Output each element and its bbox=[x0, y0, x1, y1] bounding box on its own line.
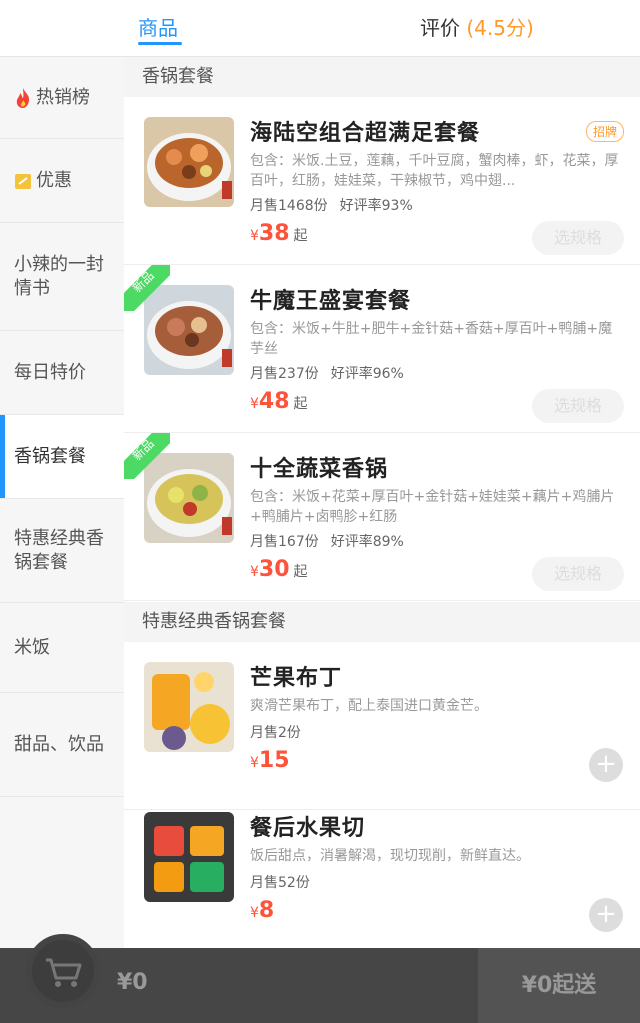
product-item[interactable]: 新品 牛魔王盛宴套餐 包含：米饭+牛肚+肥牛+金针菇+香菇+厚百叶+鸭脯+魔芋丝… bbox=[124, 265, 640, 433]
sidebar-item-discount[interactable]: 优惠 bbox=[0, 139, 124, 223]
product-description: 包含：米饭.土豆，莲藕，千叶豆腐，蟹肉棒，虾，花菜，厚百叶，红肠，娃娃菜，干辣椒… bbox=[250, 153, 619, 189]
price-suffix: 起 bbox=[293, 564, 308, 580]
price-suffix: 起 bbox=[293, 396, 308, 412]
price-value: 30 bbox=[258, 557, 290, 582]
cart-icon bbox=[46, 958, 82, 987]
sidebar-item-label: 优惠 bbox=[36, 169, 72, 191]
review-score: (4.5分) bbox=[466, 16, 534, 40]
tab-review-label: 评价 bbox=[420, 16, 460, 40]
add-to-cart-button[interactable]: + bbox=[589, 748, 623, 782]
product-price: ¥8 bbox=[250, 898, 274, 923]
category-sidebar: 热销榜 优惠 小辣的一封情书 每日特价 香锅套餐 特惠经典香锅套餐 米饭 甜品、… bbox=[0, 57, 124, 1023]
product-item[interactable]: 芒果布丁 爽滑芒果布丁，配上泰国进口黄金芒。 月售2份 ¥15 + bbox=[124, 642, 640, 810]
select-spec-button[interactable]: 选规格 bbox=[532, 221, 624, 255]
sidebar-item-love-letter[interactable]: 小辣的一封情书 bbox=[0, 223, 124, 331]
checkout-button[interactable]: ¥0起送 bbox=[478, 948, 640, 1023]
product-stats: 月售167份 好评率89% bbox=[250, 531, 416, 551]
price-value: 38 bbox=[258, 221, 290, 246]
tab-review[interactable]: 评价 (4.5分) bbox=[420, 12, 534, 41]
product-description: 饭后甜点，消暑解渴，现切现削，新鲜直达。 bbox=[250, 848, 530, 864]
product-image bbox=[144, 117, 234, 207]
product-image bbox=[144, 662, 234, 752]
sidebar-item-label: 甜品、饮品 bbox=[14, 733, 104, 755]
product-stats: 月售2份 bbox=[250, 722, 313, 742]
discount-icon bbox=[15, 173, 31, 189]
product-description: 爽滑芒果布丁，配上泰国进口黄金芒。 bbox=[250, 698, 488, 714]
active-tab-indicator bbox=[138, 42, 182, 45]
rating: 好评率96% bbox=[330, 366, 404, 382]
currency-symbol: ¥ bbox=[250, 396, 259, 412]
product-price: ¥15 bbox=[250, 748, 290, 773]
tab-goods[interactable]: 商品 bbox=[138, 12, 178, 41]
currency-symbol: ¥ bbox=[250, 564, 259, 580]
product-image bbox=[144, 812, 234, 902]
monthly-sales: 月售237份 bbox=[250, 366, 319, 382]
cart-button[interactable] bbox=[26, 934, 100, 1008]
product-name: 牛魔王盛宴套餐 bbox=[250, 289, 412, 314]
product-item[interactable]: 餐后水果切 饭后甜点，消暑解渴，现切现削，新鲜直达。 月售52份 ¥8 + bbox=[124, 792, 640, 960]
product-description: 包含：米饭+花菜+厚百叶+金针菇+娃娃菜+藕片+鸡脯片+鸭脯片+卤鸭胗+红肠 bbox=[250, 489, 615, 525]
sidebar-item-label: 每日特价 bbox=[14, 361, 86, 383]
product-price: ¥30 起 bbox=[250, 557, 308, 582]
sidebar-item-hot[interactable]: 热销榜 bbox=[0, 57, 124, 139]
product-name: 芒果布丁 bbox=[250, 666, 343, 691]
currency-symbol: ¥ bbox=[250, 755, 259, 771]
monthly-sales: 月售167份 bbox=[250, 534, 319, 550]
product-price: ¥48 起 bbox=[250, 389, 308, 414]
currency-symbol: ¥ bbox=[250, 228, 259, 244]
rating: 好评率93% bbox=[339, 198, 413, 214]
price-suffix: 起 bbox=[293, 228, 308, 244]
sidebar-item-label: 热销榜 bbox=[36, 86, 90, 108]
fire-icon bbox=[16, 87, 30, 108]
new-ribbon: 新品 bbox=[124, 433, 170, 479]
top-tabs: 商品 评价 (4.5分) bbox=[0, 0, 640, 57]
sidebar-item-hotpot-combo[interactable]: 香锅套餐 bbox=[0, 415, 124, 499]
new-ribbon: 新品 bbox=[124, 265, 170, 311]
price-value: 48 bbox=[258, 389, 290, 414]
rating: 好评率89% bbox=[330, 534, 404, 550]
sidebar-item-rice[interactable]: 米饭 bbox=[0, 603, 124, 693]
price-value: 8 bbox=[258, 898, 275, 923]
price-value: 15 bbox=[258, 748, 290, 773]
sidebar-item-classic-combo[interactable]: 特惠经典香锅套餐 bbox=[0, 499, 124, 603]
section-header: 特惠经典香锅套餐 bbox=[124, 602, 640, 642]
product-name: 海陆空组合超满足套餐 bbox=[250, 121, 481, 146]
product-stats: 月售52份 bbox=[250, 872, 322, 892]
select-spec-button[interactable]: 选规格 bbox=[532, 389, 624, 423]
select-spec-button[interactable]: 选规格 bbox=[532, 557, 624, 591]
product-price: ¥38 起 bbox=[250, 221, 308, 246]
product-name: 十全蔬菜香锅 bbox=[250, 457, 389, 482]
product-item[interactable]: 新品 十全蔬菜香锅 包含：米饭+花菜+厚百叶+金针菇+娃娃菜+藕片+鸡脯片+鸭脯… bbox=[124, 433, 640, 601]
sidebar-item-dessert-drink[interactable]: 甜品、饮品 bbox=[0, 693, 124, 797]
sidebar-item-label: 特惠经典香锅套餐 bbox=[14, 527, 104, 573]
product-name: 餐后水果切 bbox=[250, 816, 366, 841]
monthly-sales: 月售1468份 bbox=[250, 198, 328, 214]
sidebar-item-label: 香锅套餐 bbox=[14, 445, 86, 467]
sidebar-item-daily-special[interactable]: 每日特价 bbox=[0, 331, 124, 415]
cart-total: ¥0 bbox=[117, 970, 148, 995]
section-header: 香锅套餐 bbox=[124, 57, 640, 97]
monthly-sales: 月售52份 bbox=[250, 875, 310, 891]
sidebar-item-label: 米饭 bbox=[14, 636, 50, 658]
add-to-cart-button[interactable]: + bbox=[589, 898, 623, 932]
sidebar-item-label: 小辣的一封情书 bbox=[14, 253, 104, 299]
product-description: 包含：米饭+牛肚+肥牛+金针菇+香菇+厚百叶+鸭脯+魔芋丝 bbox=[250, 321, 613, 357]
product-stats: 月售1468份 好评率93% bbox=[250, 195, 425, 215]
product-item[interactable]: 海陆空组合超满足套餐 招牌 包含：米饭.土豆，莲藕，千叶豆腐，蟹肉棒，虾，花菜，… bbox=[124, 97, 640, 265]
signature-badge: 招牌 bbox=[586, 121, 625, 142]
product-list[interactable]: 香锅套餐 海陆空组合超满足套餐 招牌 包含：米饭.土豆，莲藕，千叶豆腐，蟹肉棒，… bbox=[124, 57, 640, 1023]
monthly-sales: 月售2份 bbox=[250, 725, 301, 741]
currency-symbol: ¥ bbox=[250, 905, 259, 921]
product-stats: 月售237份 好评率96% bbox=[250, 363, 416, 383]
